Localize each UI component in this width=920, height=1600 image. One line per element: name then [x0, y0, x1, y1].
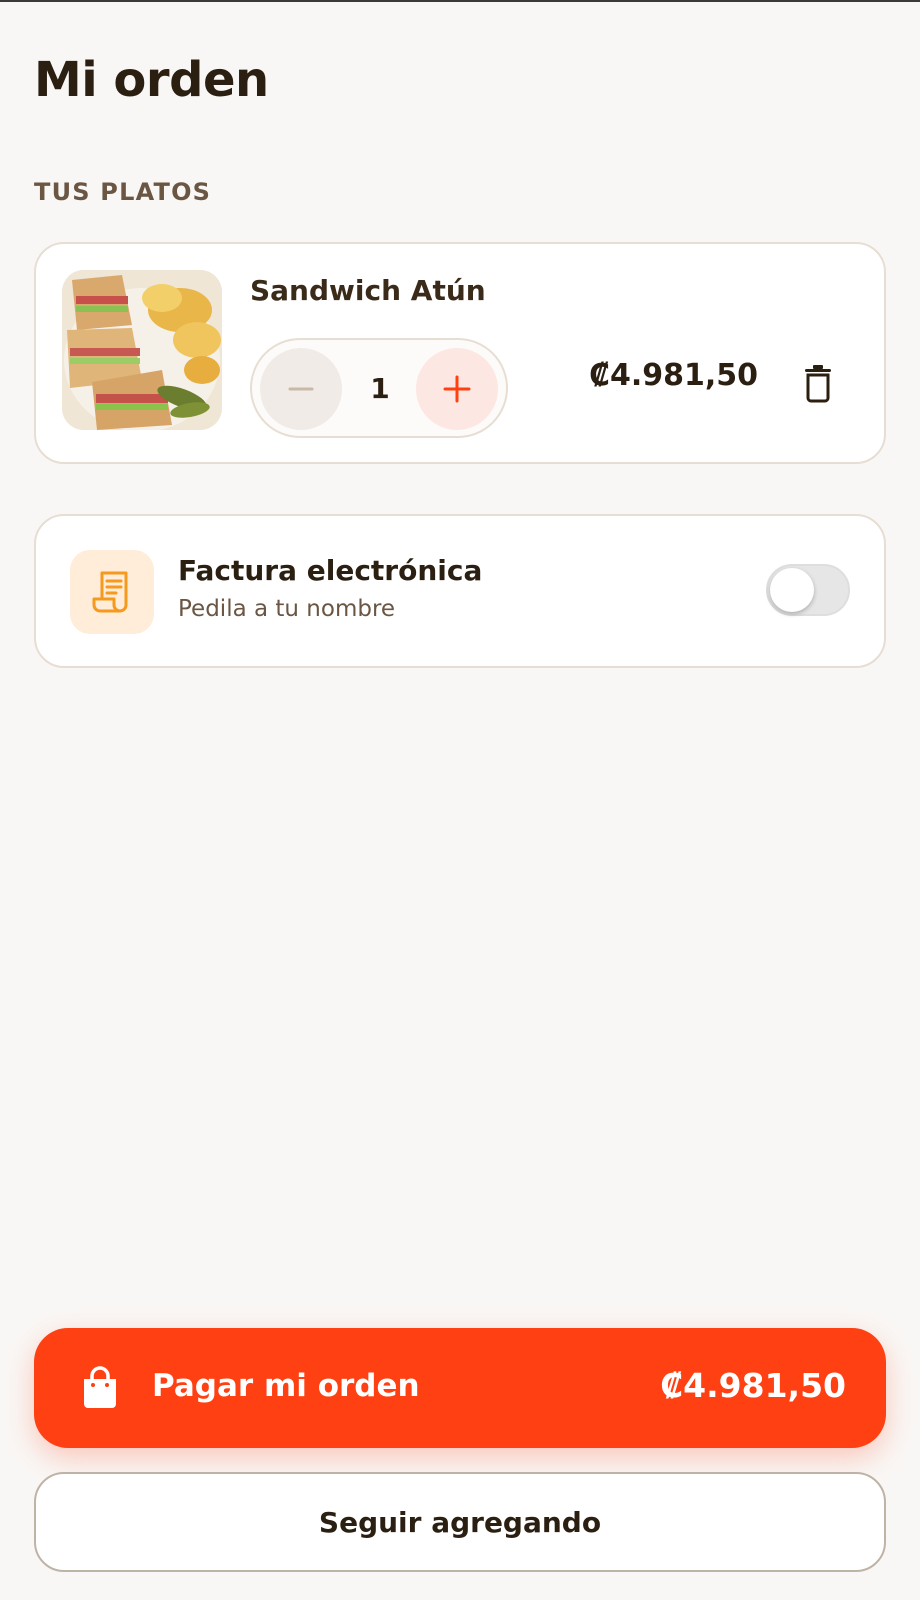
page-title: Mi orden	[34, 52, 269, 108]
remove-item-button[interactable]	[798, 362, 838, 406]
item-name: Sandwich Atún	[250, 274, 486, 307]
pay-button-total: ₡4.981,50	[660, 1366, 846, 1405]
invoice-card: Factura electrónica Pedila a tu nombre	[34, 514, 886, 668]
invoice-subtitle: Pedila a tu nombre	[178, 596, 396, 622]
decrease-quantity-button[interactable]	[260, 348, 342, 430]
top-divider	[0, 0, 920, 2]
shopping-bag-icon	[84, 1366, 116, 1408]
section-label-dishes: TUS PLATOS	[34, 178, 212, 206]
item-image	[62, 270, 222, 430]
invoice-toggle[interactable]	[766, 564, 850, 616]
trash-icon	[805, 365, 831, 403]
continue-adding-button[interactable]: Seguir agregando	[34, 1472, 886, 1572]
increase-quantity-button[interactable]	[416, 348, 498, 430]
pay-button-label: Pagar mi orden	[152, 1368, 420, 1404]
pay-order-button[interactable]: Pagar mi orden ₡4.981,50	[34, 1328, 886, 1448]
quantity-stepper: 1	[250, 338, 508, 438]
minus-icon	[288, 387, 314, 391]
sandwich-photo	[62, 270, 222, 430]
quantity-value: 1	[370, 371, 390, 405]
plus-icon	[443, 375, 471, 403]
item-price: ₡4.981,50	[589, 358, 758, 393]
invoice-title: Factura electrónica	[178, 554, 483, 587]
cart-item-card: Sandwich Atún 1 ₡4.981,50	[34, 242, 886, 464]
toggle-knob	[770, 568, 814, 612]
receipt-icon	[92, 571, 128, 613]
invoice-icon-container	[70, 550, 154, 634]
